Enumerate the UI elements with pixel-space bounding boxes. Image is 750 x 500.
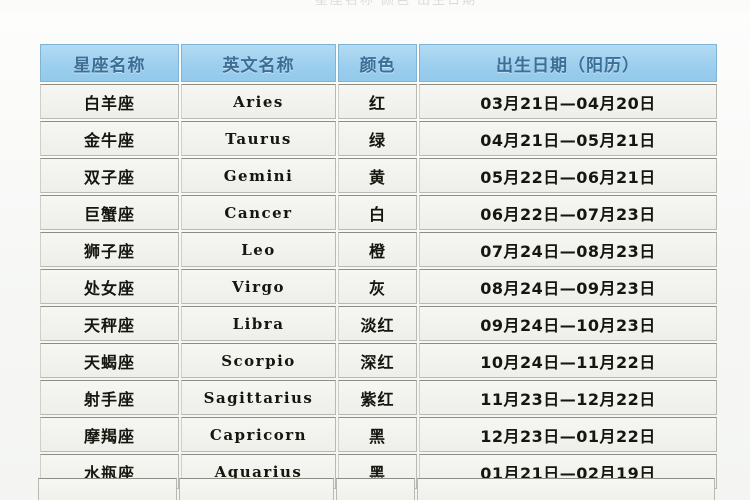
table-row: 射手座 Sagittarius 紫红 11月23日—12月22日 — [40, 380, 717, 415]
cell-color: 黑 — [338, 417, 417, 452]
zodiac-table-container: 星座名称 英文名称 颜色 出生日期（阳历） 白羊座 Aries 红 03月21日—04… — [38, 42, 717, 491]
cell-color: 红 — [338, 84, 417, 119]
table-row: 双子座 Gemini 黄 05月22日—06月21日 — [40, 158, 717, 193]
cell-birthdate: 10月24日—11月22日 — [419, 343, 717, 378]
cell-birthdate: 06月22日—07月23日 — [419, 195, 717, 230]
cell-birthdate: 04月21日—05月21日 — [419, 121, 717, 156]
clipped-bottom-row — [38, 478, 717, 500]
cell-english-name: Capricorn — [181, 417, 336, 452]
cell-color: 橙 — [338, 232, 417, 267]
table-body: 白羊座 Aries 红 03月21日—04月20日 金牛座 Taurus 绿 04月21日—0… — [40, 84, 717, 489]
table-row: 金牛座 Taurus 绿 04月21日—05月21日 — [40, 121, 717, 156]
cell-birthdate: 03月21日—04月20日 — [419, 84, 717, 119]
table-row: 天秤座 Libra 淡红 09月24日—10月23日 — [40, 306, 717, 341]
cell-zodiac-name: 摩羯座 — [40, 417, 179, 452]
clipped-cell-color — [336, 478, 415, 500]
cell-zodiac-name: 处女座 — [40, 269, 179, 304]
cell-english-name: Sagittarius — [181, 380, 336, 415]
clipped-cell-name — [38, 478, 177, 500]
cell-color: 灰 — [338, 269, 417, 304]
cell-color: 深红 — [338, 343, 417, 378]
cell-zodiac-name: 金牛座 — [40, 121, 179, 156]
cell-zodiac-name: 天蝎座 — [40, 343, 179, 378]
table-row: 天蝎座 Scorpio 深红 10月24日—11月22日 — [40, 343, 717, 378]
cell-birthdate: 09月24日—10月23日 — [419, 306, 717, 341]
column-header-color: 颜色 — [338, 44, 417, 82]
cell-birthdate: 05月22日—06月21日 — [419, 158, 717, 193]
table-row: 狮子座 Leo 橙 07月24日—08月23日 — [40, 232, 717, 267]
top-clipped-text-strip: 星座名称 颜色 出生日期 — [0, 0, 750, 12]
cell-english-name: Gemini — [181, 158, 336, 193]
zodiac-table: 星座名称 英文名称 颜色 出生日期（阳历） 白羊座 Aries 红 03月21日—04… — [38, 42, 719, 491]
table-row: 摩羯座 Capricorn 黑 12月23日—01月22日 — [40, 417, 717, 452]
clipped-cell-english — [179, 478, 334, 500]
cell-birthdate: 11月23日—12月22日 — [419, 380, 717, 415]
cell-color: 绿 — [338, 121, 417, 156]
cell-color: 淡红 — [338, 306, 417, 341]
cell-english-name: Aries — [181, 84, 336, 119]
table-header: 星座名称 英文名称 颜色 出生日期（阳历） — [40, 44, 717, 82]
cell-birthdate: 07月24日—08月23日 — [419, 232, 717, 267]
cell-color: 白 — [338, 195, 417, 230]
table-row: 白羊座 Aries 红 03月21日—04月20日 — [40, 84, 717, 119]
cell-color: 紫红 — [338, 380, 417, 415]
column-header-english: 英文名称 — [181, 44, 336, 82]
cell-birthdate: 08月24日—09月23日 — [419, 269, 717, 304]
cell-color: 黄 — [338, 158, 417, 193]
table-row: 处女座 Virgo 灰 08月24日—09月23日 — [40, 269, 717, 304]
cell-english-name: Scorpio — [181, 343, 336, 378]
cell-zodiac-name: 狮子座 — [40, 232, 179, 267]
cell-zodiac-name: 白羊座 — [40, 84, 179, 119]
document-surface: 星座名称 英文名称 颜色 出生日期（阳历） 白羊座 Aries 红 03月21日—04… — [0, 12, 750, 500]
cell-english-name: Taurus — [181, 121, 336, 156]
cell-zodiac-name: 巨蟹座 — [40, 195, 179, 230]
cell-english-name: Virgo — [181, 269, 336, 304]
cell-zodiac-name: 双子座 — [40, 158, 179, 193]
table-row: 巨蟹座 Cancer 白 06月22日—07月23日 — [40, 195, 717, 230]
cell-english-name: Leo — [181, 232, 336, 267]
column-header-name: 星座名称 — [40, 44, 179, 82]
cell-zodiac-name: 射手座 — [40, 380, 179, 415]
clipped-cell-date — [417, 478, 715, 500]
table-header-row: 星座名称 英文名称 颜色 出生日期（阳历） — [40, 44, 717, 82]
cell-english-name: Cancer — [181, 195, 336, 230]
top-clipped-text: 星座名称 颜色 出生日期 — [314, 0, 478, 8]
cell-english-name: Libra — [181, 306, 336, 341]
column-header-birthdate: 出生日期（阳历） — [419, 44, 717, 82]
cell-zodiac-name: 天秤座 — [40, 306, 179, 341]
cell-birthdate: 12月23日—01月22日 — [419, 417, 717, 452]
